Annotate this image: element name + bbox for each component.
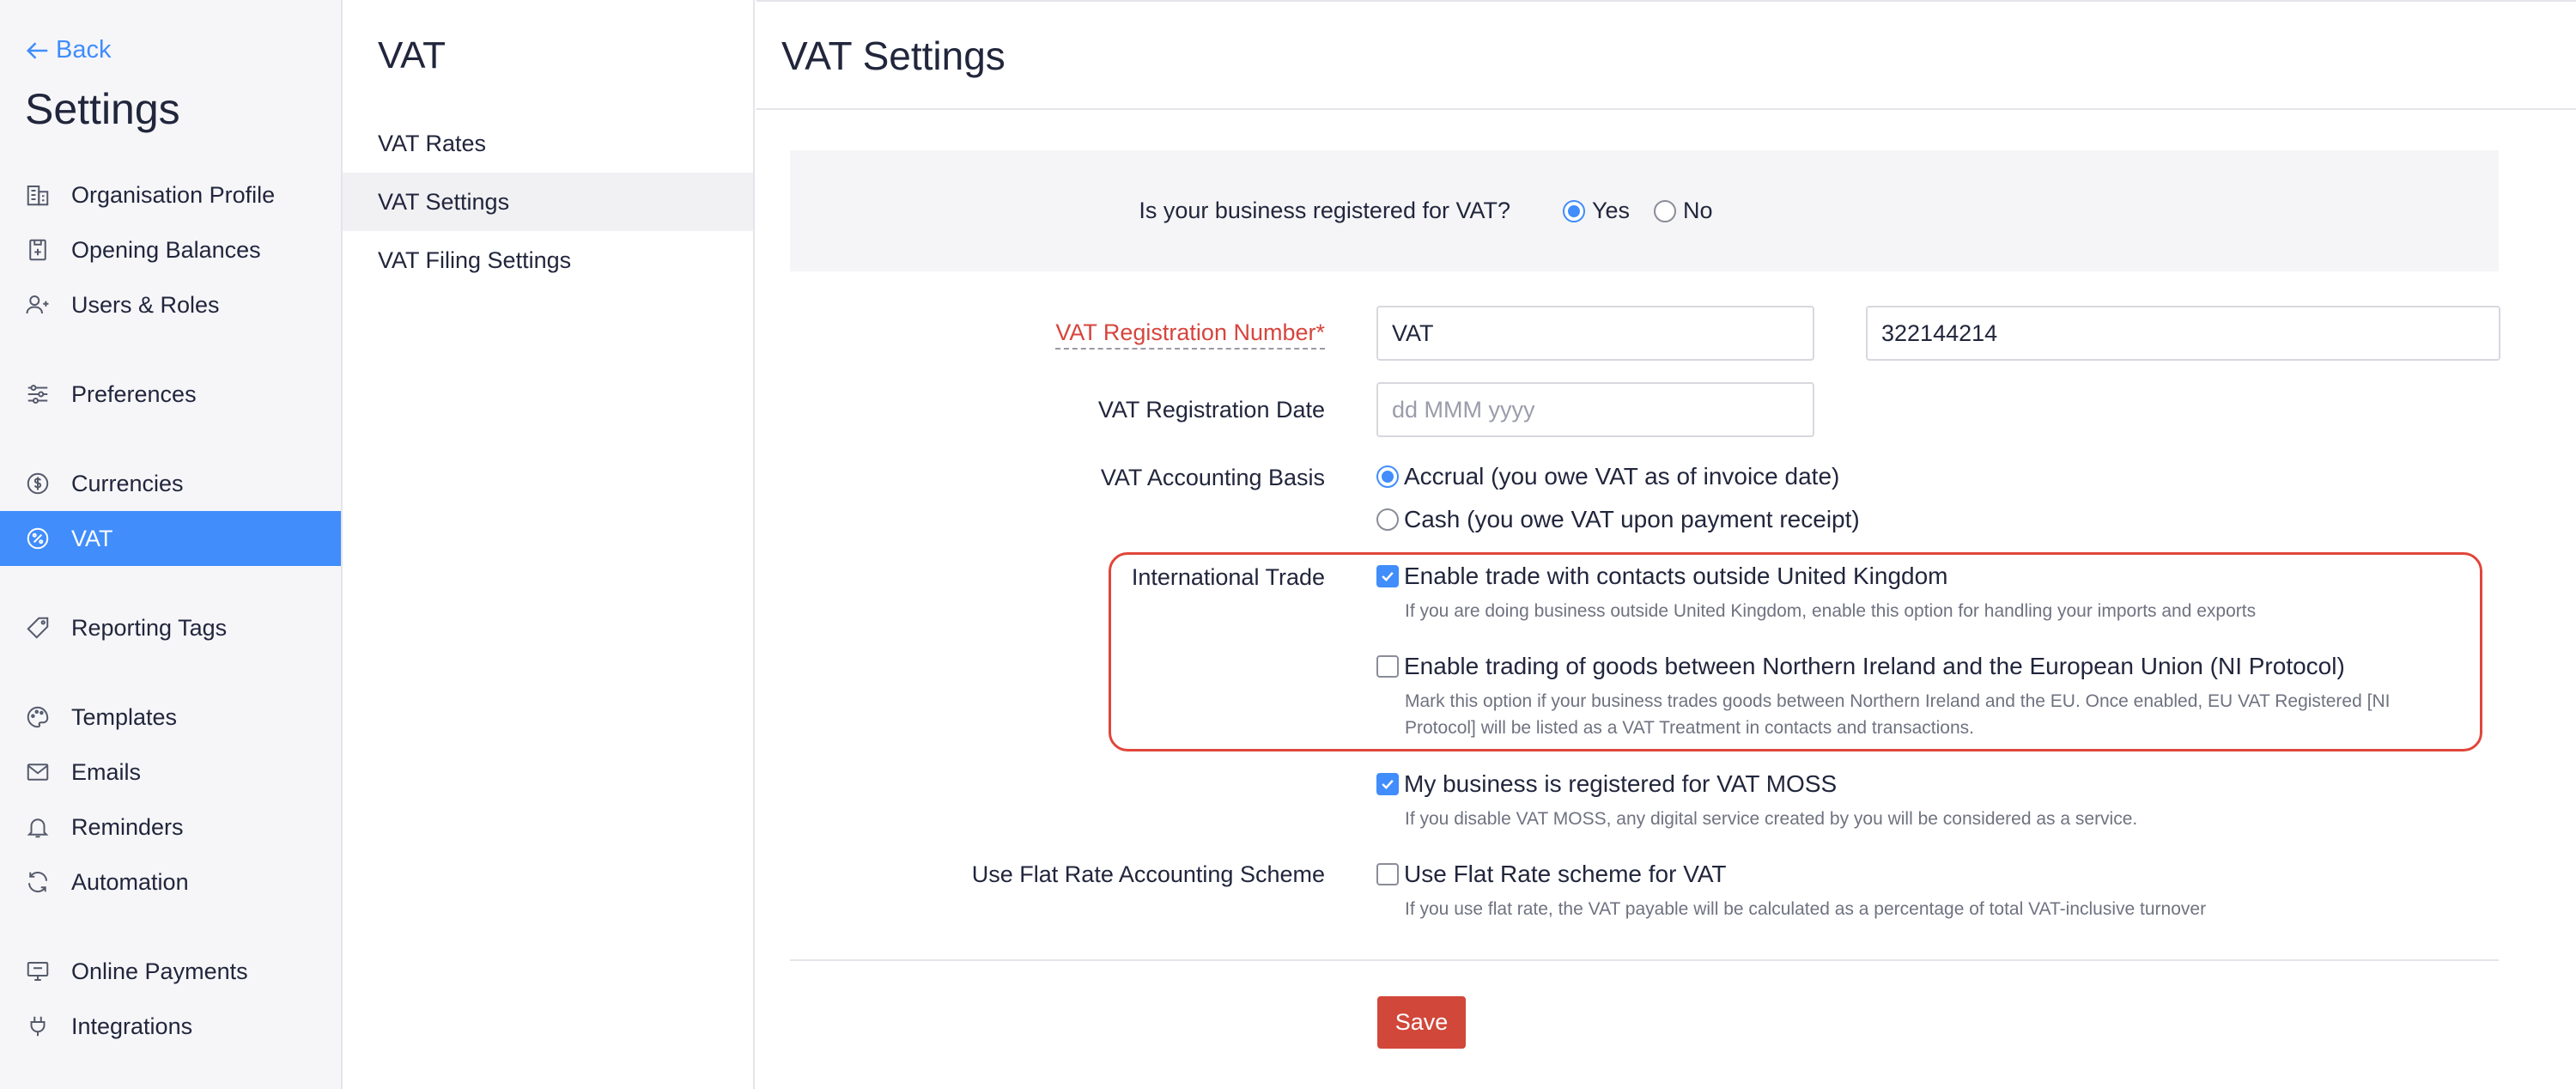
subnav-item-vat-rates[interactable]: VAT Rates <box>343 114 753 173</box>
sliders-icon <box>25 381 51 407</box>
checkmark-icon <box>1382 779 1394 789</box>
vat-accounting-basis-label: VAT Accounting Basis <box>1100 465 1325 490</box>
monitor-icon <box>25 958 51 984</box>
flat-rate-scheme-label: Use Flat Rate Accounting Scheme <box>971 861 1325 887</box>
radio-control[interactable] <box>1654 199 1676 222</box>
radio-control[interactable] <box>1376 508 1399 531</box>
checkmark-icon <box>1382 571 1394 581</box>
radio-control[interactable] <box>1563 199 1585 222</box>
sidebar-item-label: Reminders <box>71 813 184 840</box>
back-label: Back <box>56 36 112 64</box>
trade-outside-label: Enable trade with contacts outside Unite… <box>1404 563 1948 589</box>
flat-rate-option-label: Use Flat Rate scheme for VAT <box>1404 861 1727 887</box>
mail-icon <box>25 759 51 785</box>
sidebar-item-integrations[interactable]: Integrations <box>0 999 341 1054</box>
sidebar-item-currencies[interactable]: Currencies <box>0 456 341 511</box>
accrual-label: Accrual (you owe VAT as of invoice date) <box>1404 463 1840 490</box>
settings-sidebar: Back Settings Organisation Profile Openi… <box>0 0 343 1089</box>
sidebar-item-label: Currencies <box>71 470 184 496</box>
ni-protocol-hint-line-1: Mark this option if your business trades… <box>1405 691 2391 711</box>
vat-registration-number-input[interactable]: 322144214 <box>1866 306 2500 361</box>
radio-control[interactable] <box>1376 465 1399 488</box>
cash-label: Cash (you owe VAT upon payment receipt) <box>1404 506 1860 532</box>
arrow-left-icon <box>26 41 48 59</box>
tag-icon <box>25 615 51 641</box>
ledger-icon <box>25 237 51 263</box>
plug-icon <box>25 1013 51 1039</box>
sidebar-item-label: Emails <box>71 758 142 785</box>
trade-outside-hint: If you are doing business outside United… <box>1405 601 2257 621</box>
percent-icon <box>25 526 51 551</box>
subnav-title: VAT <box>378 34 447 76</box>
sidebar-item-label: Preferences <box>71 380 197 407</box>
main-content: VAT Settings Is your business registered… <box>756 0 2576 1089</box>
refresh-icon <box>25 869 51 895</box>
sidebar-item-label: Templates <box>71 703 178 730</box>
sidebar-item-preferences[interactable]: Preferences <box>0 367 341 422</box>
registered-yes-radio[interactable]: Yes <box>1563 198 1630 224</box>
sidebar-item-vat[interactable]: VAT <box>0 511 341 566</box>
sidebar-title: Settings <box>25 85 180 133</box>
vat-registration-number-label: VAT Registration Number* <box>1055 319 1325 350</box>
sidebar-item-label: Integrations <box>71 1013 193 1039</box>
sidebar-item-automation[interactable]: Automation <box>0 855 341 910</box>
flat-rate-hint: If you use flat rate, the VAT payable wi… <box>1405 899 2207 919</box>
sidebar-item-templates[interactable]: Templates <box>0 690 341 745</box>
trade-outside-uk-checkbox[interactable]: Enable trade with contacts outside Unite… <box>1376 563 1948 590</box>
palette-icon <box>25 704 51 730</box>
international-trade-label: International Trade <box>1131 564 1325 590</box>
sidebar-item-emails[interactable]: Emails <box>0 745 341 800</box>
sidebar-item-label: Reporting Tags <box>71 614 228 641</box>
vat-subnav: VAT VAT Rates VAT Settings VAT Filing Se… <box>343 0 755 1089</box>
subnav-item-label: VAT Filing Settings <box>378 246 572 273</box>
sidebar-item-label: Organisation Profile <box>71 181 276 208</box>
subnav-item-label: VAT Rates <box>378 130 487 156</box>
sidebar-item-reminders[interactable]: Reminders <box>0 800 341 855</box>
checkbox-control[interactable] <box>1376 655 1399 678</box>
sidebar-item-online-payments[interactable]: Online Payments <box>0 944 341 999</box>
sidebar-item-opening-balances[interactable]: Opening Balances <box>0 222 341 277</box>
vat-registration-date-label: VAT Registration Date <box>1097 397 1325 423</box>
ni-protocol-label: Enable trading of goods between Northern… <box>1404 653 2345 679</box>
save-button[interactable]: Save <box>1377 996 1466 1049</box>
sidebar-item-label: VAT <box>71 525 113 551</box>
registered-no-radio[interactable]: No <box>1654 198 1713 224</box>
sidebar-item-users-roles[interactable]: Users & Roles <box>0 277 341 332</box>
checkbox-control[interactable] <box>1376 773 1399 795</box>
page-header: VAT Settings <box>756 0 2576 110</box>
sidebar-item-reporting-tags[interactable]: Reporting Tags <box>0 600 341 655</box>
cash-radio[interactable]: Cash (you owe VAT upon payment receipt) <box>1376 506 1860 533</box>
ni-protocol-checkbox[interactable]: Enable trading of goods between Northern… <box>1376 653 2345 680</box>
checkbox-control[interactable] <box>1376 565 1399 587</box>
subnav-item-vat-settings[interactable]: VAT Settings <box>343 173 753 231</box>
subnav-item-vat-filing-settings[interactable]: VAT Filing Settings <box>343 231 753 289</box>
vat-registration-date-input[interactable]: dd MMM yyyy <box>1376 382 1814 437</box>
users-icon <box>25 292 51 318</box>
sidebar-item-label: Online Payments <box>71 958 248 984</box>
bell-icon <box>25 814 51 840</box>
vat-moss-checkbox[interactable]: My business is registered for VAT MOSS <box>1376 770 1837 798</box>
back-link[interactable]: Back <box>25 36 111 64</box>
flat-rate-checkbox[interactable]: Use Flat Rate scheme for VAT <box>1376 861 1727 888</box>
building-icon <box>25 182 51 208</box>
page-title: VAT Settings <box>781 33 1005 78</box>
accrual-radio[interactable]: Accrual (you owe VAT as of invoice date) <box>1376 463 1839 490</box>
vat-registered-question: Is your business registered for VAT? <box>1139 198 1510 223</box>
vat-moss-hint: If you disable VAT MOSS, any digital ser… <box>1405 809 2138 829</box>
vat-registered-section: Is your business registered for VAT? Yes… <box>790 150 2499 271</box>
subnav-item-label: VAT Settings <box>378 188 510 215</box>
vat-prefix-input[interactable]: VAT <box>1376 306 1814 361</box>
sidebar-item-label: Automation <box>71 868 189 895</box>
currency-icon <box>25 471 51 496</box>
ni-protocol-hint-line-2: Protocol] will be listed as a VAT Treatm… <box>1405 718 1974 738</box>
radio-label: Yes <box>1592 198 1631 223</box>
checkbox-control[interactable] <box>1376 863 1399 885</box>
sidebar-item-label: Opening Balances <box>71 236 261 263</box>
footer-divider <box>790 959 2499 961</box>
sidebar-item-organisation-profile[interactable]: Organisation Profile <box>0 167 341 222</box>
vat-moss-label: My business is registered for VAT MOSS <box>1404 770 1838 797</box>
radio-label: No <box>1683 198 1713 223</box>
sidebar-item-label: Users & Roles <box>71 291 220 318</box>
